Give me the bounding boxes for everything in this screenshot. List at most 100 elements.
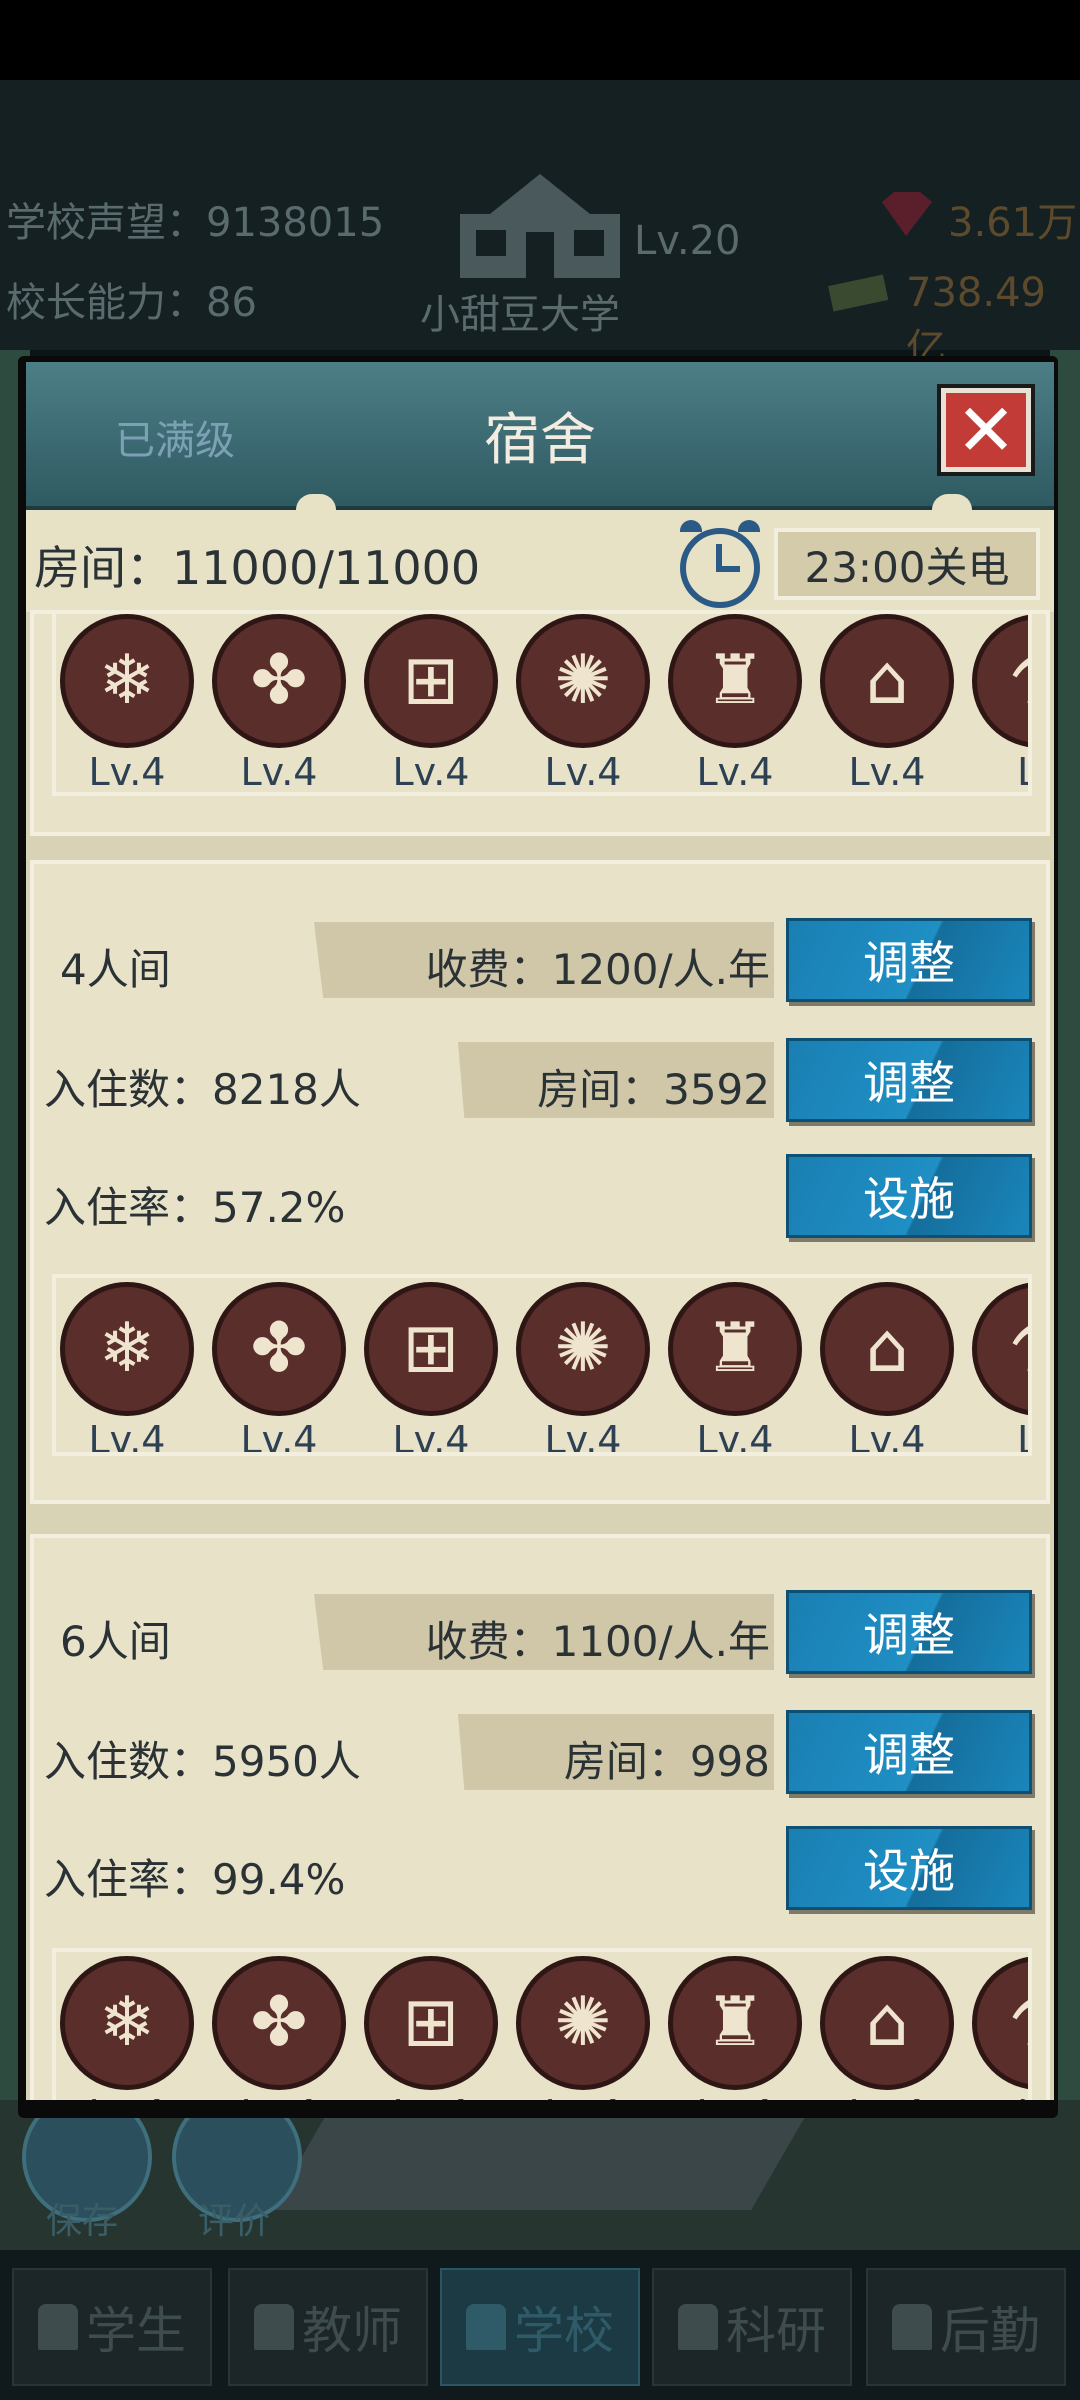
nav-logistics-label: 后勤 — [940, 2302, 1040, 2360]
occupancy-rate: 入住率：99.4% — [44, 1855, 346, 1904]
facility-item[interactable]: ♜Lv.4 — [668, 1956, 804, 2100]
facility-strip[interactable]: ❄Lv.4 ✤Lv.4 ⊞Lv.4 ✺Lv.4 ♜Lv.4 ⌂Lv.4 ⚗Lv — [52, 1274, 1032, 1456]
facility-item[interactable]: ♜Lv.4 — [668, 614, 804, 792]
facility-item[interactable]: ⊞Lv.4 — [364, 1956, 500, 2100]
water-heater-icon: ♜ — [668, 614, 802, 748]
nav-research[interactable]: 科研 — [652, 2268, 852, 2386]
facility-item[interactable]: ✺Lv.4 — [516, 1956, 652, 2100]
facility-item[interactable]: ⌂Lv.4 — [820, 614, 956, 792]
air-conditioner-icon: ❄ — [60, 1956, 194, 2090]
occupants-text: 入住数：8218人 — [44, 1065, 361, 1114]
facility-item[interactable]: ⊞Lv.4 — [364, 1282, 500, 1452]
adjust-rooms-button[interactable]: 调整 — [786, 1710, 1032, 1794]
school-building-icon — [460, 174, 620, 278]
teacher-icon — [254, 2304, 294, 2350]
facility-level: Lv.4 — [364, 2092, 498, 2100]
facility-level: Lv.4 — [696, 750, 774, 794]
bottle-icon: ⚗ — [972, 614, 1028, 748]
air-conditioner-icon: ❄ — [60, 1282, 194, 1416]
facility-level: Lv.4 — [392, 750, 470, 794]
facility-strip[interactable]: ❄Lv.4 ✤Lv.4 ⊞Lv.4 ✺Lv.4 ♜Lv.4 ⌂Lv.4 ⚗Lv — [52, 610, 1032, 796]
occupants-text: 入住数：5950人 — [44, 1737, 361, 1786]
facility-item[interactable]: ❄Lv.4 — [60, 1282, 196, 1456]
facility-level: Lv — [972, 2092, 1028, 2100]
gem-icon — [882, 192, 932, 236]
facility-item[interactable]: ❄Lv.4 — [60, 1956, 196, 2100]
facility-level: Lv.4 — [544, 750, 622, 794]
facility-item[interactable]: ✤Lv.4 — [212, 614, 348, 792]
gem-count: 3.61万 — [948, 200, 1078, 246]
facility-item[interactable]: ✺Lv.4 — [516, 614, 652, 792]
adjust-rooms-button[interactable]: 调整 — [786, 1038, 1032, 1122]
rooms-text: 房间：3592 — [537, 1065, 770, 1114]
adjust-fee-button[interactable]: 调整 — [786, 1590, 1032, 1674]
save-label: 保存 — [46, 2201, 119, 2242]
facility-level: Lv.4 — [240, 750, 318, 794]
facility-level: Lv.4 — [88, 750, 166, 794]
facility-level: Lv.4 — [848, 750, 926, 794]
power-off-time-button[interactable]: 23:00关电 — [774, 528, 1040, 600]
facility-item[interactable]: ⌂Lv.4 — [820, 1282, 956, 1456]
sink-icon: ⌂ — [820, 1282, 954, 1416]
room-type: 6人间 — [60, 1617, 171, 1666]
flask-icon — [678, 2304, 718, 2350]
fan-panel-icon: ✤ — [212, 1282, 346, 1416]
facility-item[interactable]: ⚗Lv — [972, 1282, 1028, 1452]
rooms-total: 房间：11000/11000 — [34, 541, 481, 595]
room-type: 4人间 — [60, 945, 171, 994]
ceiling-fan-icon: ✺ — [516, 614, 650, 748]
school-level: Lv.20 — [634, 218, 741, 264]
status-bar — [0, 0, 1080, 80]
adjust-fee-button[interactable]: 调整 — [786, 918, 1032, 1002]
fee-text: 收费：1100/人.年 — [425, 1617, 770, 1666]
facility-item[interactable]: ✤ Lv.4 — [212, 1956, 348, 2100]
facility-strip[interactable]: ❄Lv.4 ✤Lv.4 ⊞Lv.4 ✺Lv.4 ♜Lv.4 ⌂Lv.4 ⚗Lv — [52, 1948, 1032, 2100]
facility-level: Lv.4 — [696, 1418, 774, 1456]
facility-item[interactable]: ⚗Lv — [972, 614, 1028, 792]
dumbbell-icon: ⊞ — [364, 614, 498, 748]
water-heater-icon: ♜ — [668, 1956, 802, 2090]
nav-teachers-label: 教师 — [302, 2302, 402, 2360]
facility-level: Lv.4 — [88, 1418, 166, 1456]
clipboard-icon — [892, 2304, 932, 2350]
dorm-card-6-person: 6人间 收费：1100/人.年 调整 入住数：5950人 房间：998 调整 入… — [30, 1534, 1050, 2100]
facility-level: Lv.4 — [212, 2092, 346, 2100]
student-icon — [38, 2304, 78, 2350]
close-button[interactable]: ✕ — [937, 384, 1035, 476]
facility-item[interactable]: ♜Lv.4 — [668, 1282, 804, 1456]
facility-level: Lv.4 — [240, 1418, 318, 1456]
facility-level: Lv.4 — [544, 1418, 622, 1456]
close-icon: ✕ — [955, 388, 1017, 472]
nav-teachers[interactable]: 教师 — [228, 2268, 428, 2386]
ability-text: 校长能力：86 — [6, 280, 257, 326]
facility-level: Lv — [972, 1418, 1028, 1452]
reputation-text: 学校声望：9138015 — [6, 200, 385, 246]
nav-school-label: 学校 — [514, 2302, 614, 2360]
rate-label: 评价 — [198, 2201, 271, 2242]
alarm-clock-icon — [676, 520, 764, 612]
facility-item[interactable]: ✤Lv.4 — [212, 1282, 348, 1456]
fan-panel-icon: ✤ — [212, 1956, 346, 2090]
rooms-text: 房间：998 — [563, 1737, 770, 1786]
nav-research-label: 科研 — [726, 2302, 826, 2360]
bottle-icon: ⚗ — [972, 1956, 1028, 2090]
facility-item[interactable]: ⌂Lv.4 — [820, 1956, 956, 2100]
facilities-button[interactable]: 设施 — [786, 1154, 1032, 1238]
facility-item[interactable]: ⊞Lv.4 — [364, 614, 500, 792]
dorm-card-4-person: 4人间 收费：1200/人.年 调整 入住数：8218人 房间：3592 调整 … — [30, 860, 1050, 1504]
map-road — [271, 2110, 809, 2210]
nav-students[interactable]: 学生 — [12, 2268, 212, 2386]
rooms-summary-row: 房间：11000/11000 23:00关电 — [26, 510, 1054, 612]
game-screen: 学校声望：9138015 校长能力：86 Lv.20 小甜豆大学 3.61万 7… — [0, 0, 1080, 2400]
sink-icon: ⌂ — [820, 614, 954, 748]
facility-item[interactable]: ⚗ Lv — [972, 1956, 1028, 2100]
facilities-button[interactable]: 设施 — [786, 1826, 1032, 1910]
facility-level: Lv.4 — [848, 1418, 926, 1456]
nav-logistics[interactable]: 后勤 — [866, 2268, 1066, 2386]
occupancy-rate: 入住率：57.2% — [44, 1183, 346, 1232]
fee-text: 收费：1200/人.年 — [425, 945, 770, 994]
facility-item[interactable]: ❄Lv.4 — [60, 614, 196, 792]
facility-item[interactable]: ✺Lv.4 — [516, 1282, 652, 1456]
nav-school[interactable]: 学校 — [440, 2268, 640, 2386]
nav-students-label: 学生 — [86, 2302, 186, 2360]
